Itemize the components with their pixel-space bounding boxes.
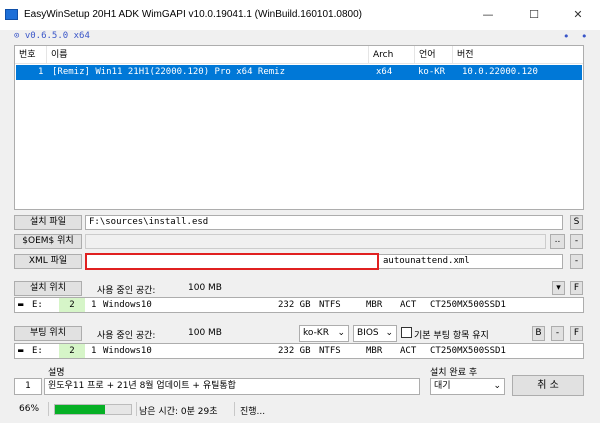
column-header-arch[interactable]: Arch (369, 46, 415, 64)
disk-number: 1 (91, 346, 97, 356)
xml-clear-button[interactable]: - (570, 254, 583, 269)
file-system: NTFS (319, 300, 341, 310)
drive-icon: ▬ (18, 346, 24, 356)
progress-fill (55, 405, 105, 414)
xml-highlight-box (85, 253, 379, 270)
install-file-field[interactable]: F:\sources\install.esd (85, 215, 563, 230)
version-label: ⊙ v0.6.5.0 x64 (14, 31, 90, 41)
table-row[interactable]: 1 [Remiz] Win11 21H1(22000.120) Pro x64 … (16, 65, 582, 80)
row-index: 1 (38, 67, 44, 77)
maximize-button[interactable]: ☐ (512, 4, 556, 26)
status-text: 진행... (240, 407, 266, 417)
progress-percent: 66% (19, 404, 40, 414)
boot-language-value: ko-KR (303, 328, 329, 338)
partition-style: MBR (366, 346, 383, 356)
volume-label: Windows10 (103, 300, 152, 310)
install-location-button[interactable]: 설치 위치 (14, 281, 82, 296)
app-icon (5, 9, 18, 20)
volume-size: 232 GB (278, 346, 311, 356)
progress-bar (54, 404, 132, 415)
description-index: 1 (14, 378, 42, 395)
description-field[interactable]: 윈도우11 프로 + 21년 8월 업데이트 + 유틸통합 (44, 378, 420, 395)
partition-number: 2 (59, 298, 85, 312)
row-version: 10.0.22000.120 (462, 67, 538, 77)
chevron-down-icon: ⌄ (385, 328, 393, 338)
boot-b-button[interactable]: B (532, 326, 545, 341)
status-separator (234, 402, 235, 416)
volume-label: Windows10 (103, 346, 152, 356)
keep-boot-entry-checkbox[interactable] (401, 327, 412, 338)
boot-drive-row[interactable]: ▬ E: 2 1 Windows10 232 GB NTFS MBR ACT C… (14, 343, 584, 359)
boot-minus-button[interactable]: - (551, 326, 564, 341)
install-used-space-label: 사용 중인 공간: (97, 286, 156, 296)
close-button[interactable]: ✕ (556, 4, 600, 26)
window-title: EasyWinSetup 20H1 ADK WimGAPI v10.0.1904… (24, 9, 362, 20)
disk-model: CT250MX500SSD1 (430, 346, 506, 356)
disk-number: 1 (91, 300, 97, 310)
file-system: NTFS (319, 346, 341, 356)
title-bar: EasyWinSetup 20H1 ADK WimGAPI v10.0.1904… (0, 0, 600, 30)
drive-icon: ▬ (18, 300, 24, 310)
install-used-space-value: 100 MB (188, 283, 222, 293)
image-list[interactable]: 번호 이름 Arch 언어 버전 1 [Remiz] Win11 21H1(22… (14, 45, 584, 210)
partition-style: MBR (366, 300, 383, 310)
volume-size: 232 GB (278, 300, 311, 310)
xml-file-button[interactable]: XML 파일 (14, 254, 82, 269)
chevron-down-icon: ⌄ (337, 328, 345, 338)
chevron-down-icon: ⌄ (493, 381, 501, 391)
boot-location-button[interactable]: 부팅 위치 (14, 326, 82, 341)
status-separator (48, 402, 49, 416)
active-state: ACT (400, 346, 417, 356)
drive-letter: E: (32, 346, 43, 356)
boot-used-space-label: 사용 중인 공간: (97, 331, 156, 341)
after-install-select[interactable]: 대기 ⌄ (430, 378, 505, 395)
column-header-name[interactable]: 이름 (47, 46, 369, 64)
minimize-button[interactable]: — (466, 4, 510, 26)
menu-dots-icon[interactable]: • • (563, 30, 591, 43)
oem-folder-field[interactable] (85, 234, 546, 249)
oem-browse-button[interactable]: .. (550, 234, 565, 249)
drive-letter: E: (32, 300, 43, 310)
after-install-value: 대기 (434, 381, 451, 391)
install-file-button[interactable]: 설치 파일 (14, 215, 82, 230)
install-dropdown-button[interactable]: ▾ (552, 281, 565, 295)
active-state: ACT (400, 300, 417, 310)
version-icon: ⊙ (14, 31, 25, 41)
row-name: [Remiz] Win11 21H1(22000.120) Pro x64 Re… (52, 67, 285, 77)
boot-used-space-value: 100 MB (188, 328, 222, 338)
install-f-button[interactable]: F (570, 281, 583, 295)
oem-folder-button[interactable]: $OEM$ 위치 (14, 234, 82, 249)
row-language: ko-KR (418, 67, 446, 77)
oem-clear-button[interactable]: - (570, 234, 583, 249)
boot-language-select[interactable]: ko-KR ⌄ (299, 325, 349, 342)
image-list-header: 번호 이름 Arch 언어 버전 (15, 46, 583, 64)
after-install-label: 설치 완료 후 (430, 368, 478, 378)
keep-boot-entry-label: 기본 부팅 항목 유지 (414, 331, 489, 341)
partition-number: 2 (59, 344, 85, 358)
row-arch: x64 (376, 67, 393, 77)
version-text: v0.6.5.0 x64 (24, 31, 90, 41)
boot-firmware-value: BIOS (357, 328, 379, 338)
remaining-time: 남은 시간: 0분 29초 (139, 407, 218, 417)
column-header-version[interactable]: 버전 (453, 46, 583, 64)
description-header: 설명 (48, 368, 65, 378)
install-drive-row[interactable]: ▬ E: 2 1 Windows10 232 GB NTFS MBR ACT C… (14, 297, 584, 313)
disk-model: CT250MX500SSD1 (430, 300, 506, 310)
boot-firmware-select[interactable]: BIOS ⌄ (353, 325, 397, 342)
status-separator (136, 402, 137, 416)
column-header-language[interactable]: 언어 (415, 46, 453, 64)
boot-f-button[interactable]: F (570, 326, 583, 341)
s-button[interactable]: S (570, 215, 583, 230)
cancel-button[interactable]: 취 소 (512, 375, 584, 396)
column-header-index[interactable]: 번호 (15, 46, 47, 64)
